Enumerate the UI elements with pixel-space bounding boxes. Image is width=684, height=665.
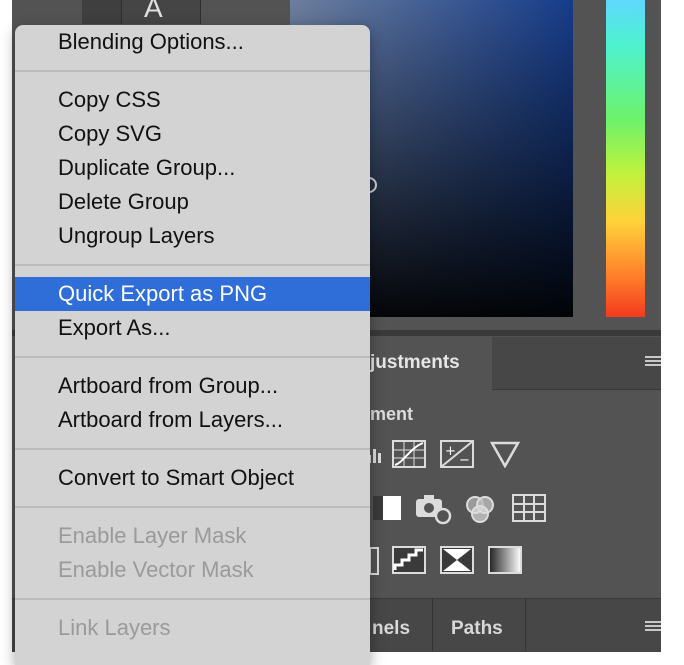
tab-divider	[432, 598, 433, 651]
tab-adjustments-label: justments	[370, 352, 460, 373]
options-bar-segment	[82, 0, 122, 24]
photo-filter-icon[interactable]	[414, 493, 454, 525]
window-edge	[661, 0, 684, 651]
menu-item-export-as[interactable]: Export As...	[15, 311, 370, 345]
channel-mixer-icon[interactable]	[464, 493, 496, 525]
panel-menu-icon[interactable]	[645, 621, 661, 633]
curves-icon[interactable]	[392, 440, 426, 468]
menu-separator	[15, 345, 370, 369]
hue-slider[interactable]	[606, 0, 645, 317]
menu-item-duplicate-group[interactable]: Duplicate Group...	[15, 151, 370, 185]
type-tool-letter: A	[144, 0, 163, 23]
menu-item-link-layers: Link Layers	[58, 615, 171, 640]
menu-item-artboard-from-layers[interactable]: Artboard from Layers...	[15, 403, 370, 437]
menu-separator	[15, 59, 370, 83]
tab-paths[interactable]: Paths	[451, 618, 503, 640]
levels-icon[interactable]	[368, 443, 382, 465]
threshold-icon[interactable]	[440, 546, 474, 574]
panel-menu-icon[interactable]	[645, 356, 661, 368]
gradient-map-icon[interactable]	[488, 546, 522, 574]
exposure-icon[interactable]: + −	[440, 440, 474, 468]
menu-separator	[15, 437, 370, 461]
menu-item-enable-layer-mask: Enable Layer Mask	[58, 523, 247, 548]
menu-separator	[15, 495, 370, 519]
tab-bar	[492, 337, 661, 390]
svg-text:−: −	[459, 453, 470, 468]
menu-item-ungroup-layers[interactable]: Ungroup Layers	[15, 219, 370, 253]
black-white-icon[interactable]	[372, 495, 402, 521]
triangle-icon[interactable]	[490, 440, 520, 468]
menu-item-enable-vector-mask: Enable Vector Mask	[58, 557, 254, 582]
tab-channels[interactable]: nels	[372, 618, 410, 640]
menu-item-blending-options[interactable]: Blending Options...	[15, 25, 370, 59]
menu-item-quick-export-png[interactable]: Quick Export as PNG	[15, 277, 370, 311]
menu-separator	[15, 253, 370, 277]
menu-item-delete-group[interactable]: Delete Group	[15, 185, 370, 219]
invert-icon[interactable]	[370, 547, 380, 575]
menu-item-copy-css[interactable]: Copy CSS	[15, 83, 370, 117]
menu-item-convert-smart-object[interactable]: Convert to Smart Object	[15, 461, 370, 495]
menu-item-copy-svg[interactable]: Copy SVG	[15, 117, 370, 151]
posterize-icon[interactable]	[392, 546, 426, 574]
menu-separator	[15, 587, 370, 611]
window-edge	[0, 0, 12, 651]
layer-context-menu: Blending Options... Copy CSS Copy SVG Du…	[15, 25, 370, 665]
adjustments-section-label: ment	[370, 404, 414, 424]
tab-divider	[525, 598, 526, 651]
menu-item-artboard-from-group[interactable]: Artboard from Group...	[15, 369, 370, 403]
color-lookup-icon[interactable]	[512, 494, 546, 522]
svg-text:+: +	[445, 444, 456, 459]
